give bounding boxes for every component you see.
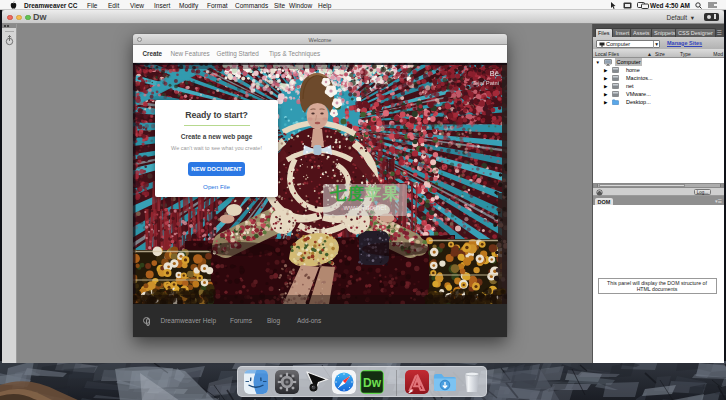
svg-text:Bē: Bē bbox=[490, 69, 499, 78]
svg-text:Tejal Patni: Tejal Patni bbox=[472, 80, 499, 86]
svg-text:Dw: Dw bbox=[363, 376, 382, 390]
